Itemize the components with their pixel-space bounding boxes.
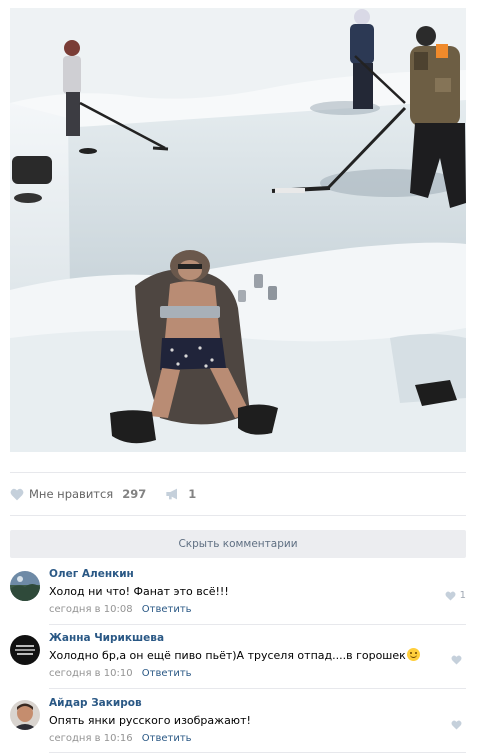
comment-divider xyxy=(49,688,466,689)
comment-like-button[interactable]: 1 xyxy=(445,590,466,601)
comment-like-button[interactable] xyxy=(451,720,466,730)
megaphone-icon xyxy=(166,488,178,500)
avatar[interactable] xyxy=(10,635,40,665)
comment-meta: сегодня в 10:10 Ответить xyxy=(49,667,466,681)
comment-date[interactable]: сегодня в 10:08 xyxy=(49,604,133,615)
post-photo[interactable] xyxy=(10,8,466,452)
comment-like-count: 1 xyxy=(459,590,466,601)
post-actions: Мне нравится 297 1 xyxy=(10,484,196,504)
post-divider xyxy=(10,472,466,473)
like-label: Мне нравится xyxy=(29,487,114,501)
avatar-image xyxy=(10,635,40,665)
share-count: 1 xyxy=(188,487,197,501)
heart-icon xyxy=(451,720,462,730)
avatar-image xyxy=(10,700,40,730)
comment-date[interactable]: сегодня в 10:16 xyxy=(49,733,133,744)
comment-text-content: Холодно бр,а он ещё пиво пьёт)А труселя … xyxy=(49,649,406,662)
comment-divider xyxy=(49,752,466,753)
share-button[interactable]: 1 xyxy=(165,487,196,501)
comment-date[interactable]: сегодня в 10:10 xyxy=(49,668,133,679)
reply-link[interactable]: Ответить xyxy=(142,668,192,679)
comment-text: Холодно бр,а он ещё пиво пьёт)А труселя … xyxy=(49,648,466,664)
hide-comments-button[interactable]: Скрыть комментарии xyxy=(10,530,466,558)
reply-link[interactable]: Ответить xyxy=(142,604,192,615)
comment-author[interactable]: Айдар Закиров xyxy=(49,696,466,710)
comment-author[interactable]: Олег Аленкин xyxy=(49,567,466,581)
comment-like-button[interactable] xyxy=(451,655,466,665)
heart-icon xyxy=(451,655,462,665)
like-button[interactable]: Мне нравится 297 xyxy=(10,487,146,501)
comment-meta: сегодня в 10:08 Ответить xyxy=(49,603,466,617)
avatar[interactable] xyxy=(10,571,40,601)
heart-icon xyxy=(445,591,456,601)
avatar-image xyxy=(10,571,40,601)
reply-link[interactable]: Ответить xyxy=(142,733,192,744)
comment-text: Опять янки русского изображают! xyxy=(49,714,251,727)
smile-emoji-icon xyxy=(406,648,420,661)
like-count: 297 xyxy=(122,487,147,501)
comment-item: Жанна Чирикшева Холодно бр,а он ещё пиво… xyxy=(10,631,466,683)
heart-icon xyxy=(10,488,24,500)
actions-divider xyxy=(10,515,466,516)
comment-text: Холод ни что! Фанат это всё!!! xyxy=(49,585,229,598)
comment-item: Олег Аленкин Холод ни что! Фанат это всё… xyxy=(10,567,466,619)
avatar[interactable] xyxy=(10,700,40,730)
comment-author[interactable]: Жанна Чирикшева xyxy=(49,631,466,645)
comment-meta: сегодня в 10:16 Ответить xyxy=(49,732,466,746)
post-photo-illustration xyxy=(10,8,466,452)
comment-item: Айдар Закиров Опять янки русского изобра… xyxy=(10,696,466,748)
comment-divider xyxy=(49,624,466,625)
